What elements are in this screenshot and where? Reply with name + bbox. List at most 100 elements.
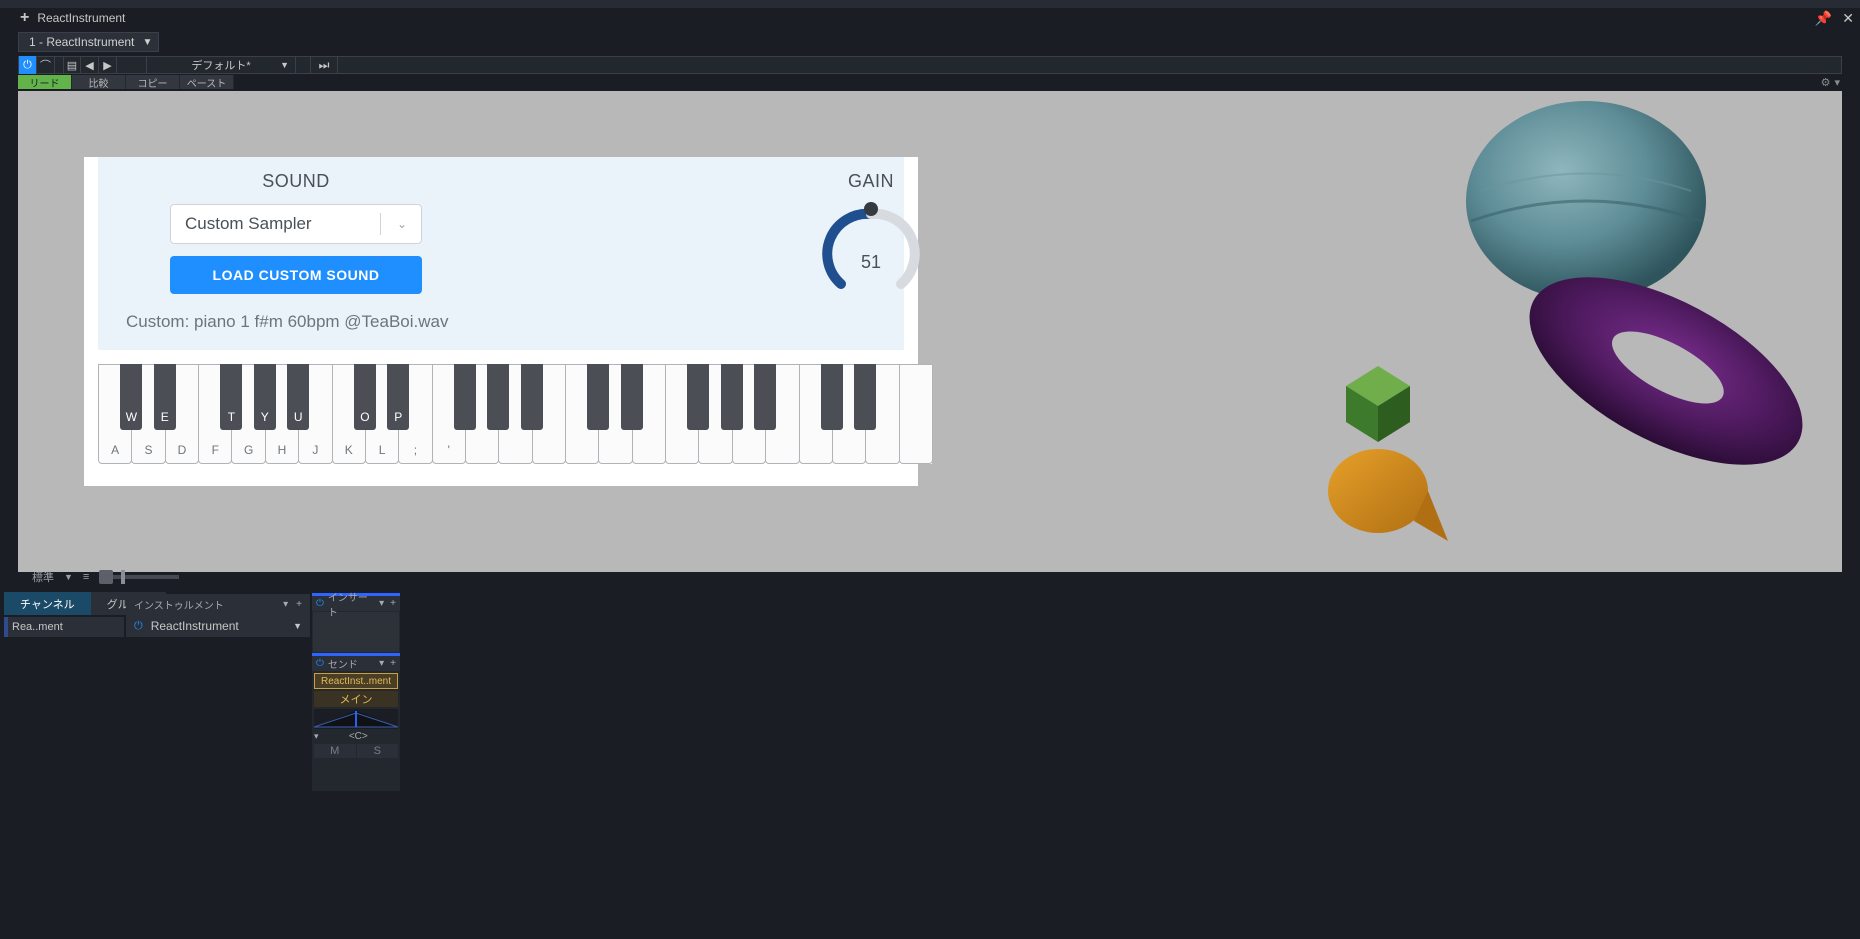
piano-black-key[interactable]: P <box>387 364 409 430</box>
piano-black-key[interactable] <box>454 364 476 430</box>
key-label: E <box>154 410 176 424</box>
piano-black-key[interactable] <box>721 364 743 430</box>
chevron-down-icon: ⌄ <box>397 217 407 231</box>
piano-black-key[interactable] <box>587 364 609 430</box>
key-label: P <box>387 410 409 424</box>
key-label: Y <box>254 410 276 424</box>
key-label: W <box>120 410 142 424</box>
automation-copy-tab[interactable]: コピー <box>126 75 180 89</box>
key-label: ; <box>399 443 431 457</box>
loaded-file-label: Custom: piano 1 f#m 60bpm @TeaBoi.wav <box>126 312 466 332</box>
insert-section-header: ⏻ インサート ▾+ <box>312 593 400 611</box>
piano-black-key[interactable] <box>854 364 876 430</box>
key-label: K <box>333 443 365 457</box>
key-label: A <box>99 443 131 457</box>
track-selector-dropdown[interactable]: 1 - ReactInstrument ▼ <box>18 32 159 52</box>
channel-list-item[interactable]: Rea..ment <box>4 617 124 637</box>
load-custom-sound-button[interactable]: LOAD CUSTOM SOUND <box>170 256 422 294</box>
automation-compare-tab[interactable]: 比較 <box>72 75 126 89</box>
menu-icon[interactable]: ≡ <box>83 571 89 583</box>
power-icon[interactable]: ⏻ <box>19 56 37 74</box>
key-label: G <box>232 443 264 457</box>
add-plugin-button[interactable]: + <box>20 10 29 26</box>
bottom-std-label: 標準 <box>32 569 54 585</box>
piano-black-key[interactable]: O <box>354 364 376 430</box>
pan-center-label: ▾ <C> <box>314 731 398 742</box>
pan-control[interactable] <box>314 709 398 729</box>
key-label: U <box>287 410 309 424</box>
key-label: H <box>266 443 298 457</box>
key-label: J <box>299 443 331 457</box>
key-label: O <box>354 410 376 424</box>
close-icon[interactable]: ✕ <box>1842 10 1854 27</box>
instrument-slot-label: ReactInstrument <box>151 619 239 633</box>
chevron-down-icon[interactable]: ▾ <box>379 598 384 609</box>
channel-strip: ⏻ インサート ▾+ ⏻ センド ▾+ ReactInst..ment メイン … <box>312 593 400 791</box>
automation-paste-tab[interactable]: ペースト <box>180 75 234 89</box>
key-label: L <box>366 443 398 457</box>
preset-prev-icon[interactable]: ◀ <box>81 56 99 74</box>
automation-read-tab[interactable]: リード <box>18 75 72 89</box>
send-slot-reactinstrument[interactable]: ReactInst..ment <box>314 673 398 689</box>
track-selector-label: 1 - ReactInstrument <box>29 35 134 49</box>
piano-black-key[interactable]: T <box>220 364 242 430</box>
piano-black-key[interactable] <box>754 364 776 430</box>
gain-knob[interactable]: 51 <box>821 204 921 304</box>
bottom-standard-bar: 標準 ▼ ≡ <box>32 569 179 585</box>
preset-name-label: デフォルト* <box>191 57 250 73</box>
piano-black-key[interactable]: U <box>287 364 309 430</box>
chevron-down-icon[interactable]: ▼ <box>293 621 302 631</box>
key-label: ' <box>433 443 465 457</box>
piano-black-key[interactable] <box>487 364 509 430</box>
latency-icon[interactable]: ⌒ <box>37 56 55 74</box>
chevron-down-icon[interactable]: ▾ <box>379 658 384 669</box>
output-main-badge[interactable]: メイン <box>314 691 398 707</box>
plugin-tab-title[interactable]: ReactInstrument <box>37 11 125 25</box>
gain-value-label: 51 <box>821 252 921 273</box>
send-section-header: ⏻ センド ▾+ <box>312 653 400 671</box>
zoom-slider[interactable] <box>99 575 179 579</box>
gain-panel-title: GAIN <box>796 171 946 192</box>
preset-file-icon[interactable]: ▤ <box>63 56 81 74</box>
midi-skip-icon[interactable]: ⏭ <box>310 56 338 74</box>
pin-icon[interactable]: 📌 <box>1815 10 1832 27</box>
power-icon[interactable]: ⏻ <box>316 658 324 669</box>
preset-name-dropdown[interactable]: デフォルト* ▼ <box>146 56 296 74</box>
plugin-ui-area: SOUND Custom Sampler ⌄ LOAD CUSTOM SOUND… <box>18 91 1842 572</box>
key-label: D <box>166 443 198 457</box>
power-icon[interactable]: ⏻ <box>134 620 143 633</box>
preset-next-icon[interactable]: ▶ <box>99 56 117 74</box>
instrument-section-header: インストゥルメント ▾ + <box>126 594 310 615</box>
piano-black-key[interactable]: E <box>154 364 176 430</box>
piano-black-key[interactable]: W <box>120 364 142 430</box>
sound-panel-title: SOUND <box>126 171 466 192</box>
sound-select-value: Custom Sampler <box>185 214 312 234</box>
chevron-down-icon[interactable]: ▾ <box>314 731 319 742</box>
chevron-down-icon[interactable]: ▾ <box>283 599 288 610</box>
piano-white-key[interactable] <box>899 364 933 464</box>
add-icon[interactable]: + <box>390 598 396 609</box>
piano-black-key[interactable] <box>521 364 543 430</box>
chevron-down-icon: ▼ <box>280 60 289 70</box>
gain-knob-handle[interactable] <box>864 202 878 216</box>
piano-black-key[interactable] <box>687 364 709 430</box>
power-icon[interactable]: ⏻ <box>316 598 324 609</box>
instrument-slot[interactable]: ⏻ ReactInstrument ▼ <box>126 615 310 637</box>
sound-select-dropdown[interactable]: Custom Sampler ⌄ <box>170 204 422 244</box>
chevron-down-icon[interactable]: ▾ <box>1834 76 1840 89</box>
key-label: T <box>220 410 242 424</box>
chevron-down-icon: ▼ <box>142 37 152 48</box>
chevron-down-icon[interactable]: ▼ <box>64 572 73 582</box>
piano-keyboard[interactable]: ASDFGHJKL;' WE TYU OP <box>98 364 932 464</box>
piano-black-key[interactable] <box>621 364 643 430</box>
key-label: F <box>199 443 231 457</box>
add-icon[interactable]: + <box>390 658 396 669</box>
piano-black-key[interactable]: Y <box>254 364 276 430</box>
mixer-tab-channel[interactable]: チャンネル <box>4 592 91 615</box>
key-label: S <box>132 443 164 457</box>
gear-icon[interactable]: ⚙ <box>1821 76 1831 89</box>
piano-black-key[interactable] <box>821 364 843 430</box>
mute-button[interactable]: M <box>314 744 356 758</box>
solo-button[interactable]: S <box>357 744 399 758</box>
add-icon[interactable]: + <box>296 599 302 610</box>
